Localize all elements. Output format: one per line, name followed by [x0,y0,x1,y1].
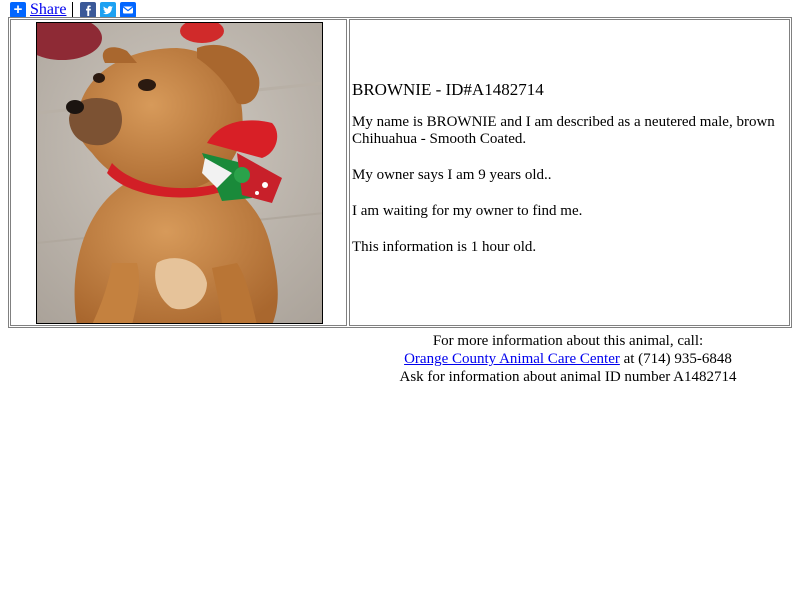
facebook-icon[interactable] [80,1,97,18]
animal-info: BROWNIE - ID#A1482714 My name is BROWNIE… [352,80,782,275]
footer-line-2: Orange County Animal Care Center at (714… [338,350,798,368]
animal-age: My owner says I am 9 years old.. [352,167,552,183]
care-center-link[interactable]: Orange County Animal Care Center [404,351,620,367]
info-age: This information is 1 hour old. [352,239,537,255]
animal-description: My name is BROWNIE and I am described as… [352,114,775,147]
animal-title: BROWNIE - ID#A1482714 [352,80,544,99]
email-icon[interactable] [120,1,137,18]
footer-line-1: For more information about this animal, … [432,333,704,349]
share-link[interactable]: Share [30,1,66,18]
twitter-icon[interactable] [100,1,117,18]
share-bar: + Share [10,1,140,18]
phone-text: at (714) 935-6848 [619,351,732,367]
footer-line-3: Ask for information about animal ID numb… [399,369,737,385]
animal-photo [36,22,323,324]
animal-status: I am waiting for my owner to find me. [352,203,583,219]
contact-footer: For more information about this animal, … [338,332,798,386]
plus-icon[interactable]: + [10,1,26,18]
divider [72,1,74,18]
